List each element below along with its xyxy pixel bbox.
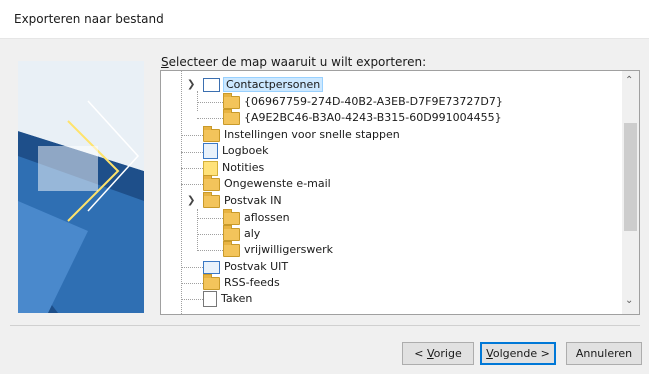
tree-item-notities[interactable]: Notities (203, 160, 264, 176)
tree-item-guid-2[interactable]: {A9E2BC46-B3A0-4243-B315-60D991004455} (223, 108, 502, 126)
button-separator (10, 325, 640, 326)
tasks-icon (203, 291, 217, 307)
tree-item-aflossen[interactable]: aflossen (223, 208, 290, 226)
folder-icon (223, 208, 240, 225)
folder-prompt-label: Selecteer de map waaruit u wilt exporter… (161, 55, 427, 69)
folder-icon (223, 92, 240, 109)
collapse-chevron-icon[interactable]: ❯ (187, 79, 195, 90)
notes-icon (203, 160, 218, 176)
tree-item-guid-1[interactable]: {06967759-274D-40B2-A3EB-D7F9E73727D7} (223, 92, 503, 110)
window-title: Exporteren naar bestand (14, 12, 164, 26)
title-bar: Exporteren naar bestand (0, 0, 649, 39)
scroll-up-icon[interactable]: ⌃ (625, 75, 633, 86)
tree-item-contactpersonen[interactable]: Contactpersonen (203, 77, 324, 93)
tree-item-logboek[interactable]: Logboek (203, 143, 269, 159)
folder-icon (203, 273, 220, 290)
scrollbar-thumb[interactable] (624, 123, 637, 231)
back-button[interactable]: < Vorige (402, 342, 474, 365)
wizard-illustration (18, 61, 144, 313)
folder-icon (223, 108, 240, 125)
folder-icon (203, 125, 220, 142)
tree-item-vrijwilligerswerk[interactable]: vrijwilligerswerk (223, 240, 333, 258)
tree-item-instellingen[interactable]: Instellingen voor snelle stappen (203, 125, 400, 143)
tree-item-rss-feeds[interactable]: RSS-feeds (203, 273, 280, 291)
tree-item-ongewenste[interactable]: Ongewenste e-mail (203, 174, 331, 192)
tree-item-taken[interactable]: Taken (203, 291, 252, 307)
vertical-scrollbar[interactable]: ⌃ ⌄ (622, 71, 639, 314)
inbox-icon (203, 191, 220, 208)
folder-icon (223, 224, 240, 241)
journal-icon (203, 143, 218, 159)
folder-icon (203, 174, 220, 191)
tree-item-postvak-uit[interactable]: Postvak UIT (203, 259, 288, 275)
next-button[interactable]: Volgende > (480, 342, 556, 365)
scroll-down-icon[interactable]: ⌄ (625, 295, 633, 306)
cancel-button[interactable]: Annuleren (566, 342, 642, 365)
folder-tree[interactable]: ❯ Contactpersonen {06967759-274D-40B2-A3… (160, 70, 640, 315)
folder-icon (223, 240, 240, 257)
outbox-icon (203, 260, 220, 274)
contacts-folder-icon (203, 78, 220, 92)
tree-item-postvak-in[interactable]: Postvak IN (203, 191, 282, 209)
collapse-chevron-icon[interactable]: ❯ (187, 195, 195, 206)
